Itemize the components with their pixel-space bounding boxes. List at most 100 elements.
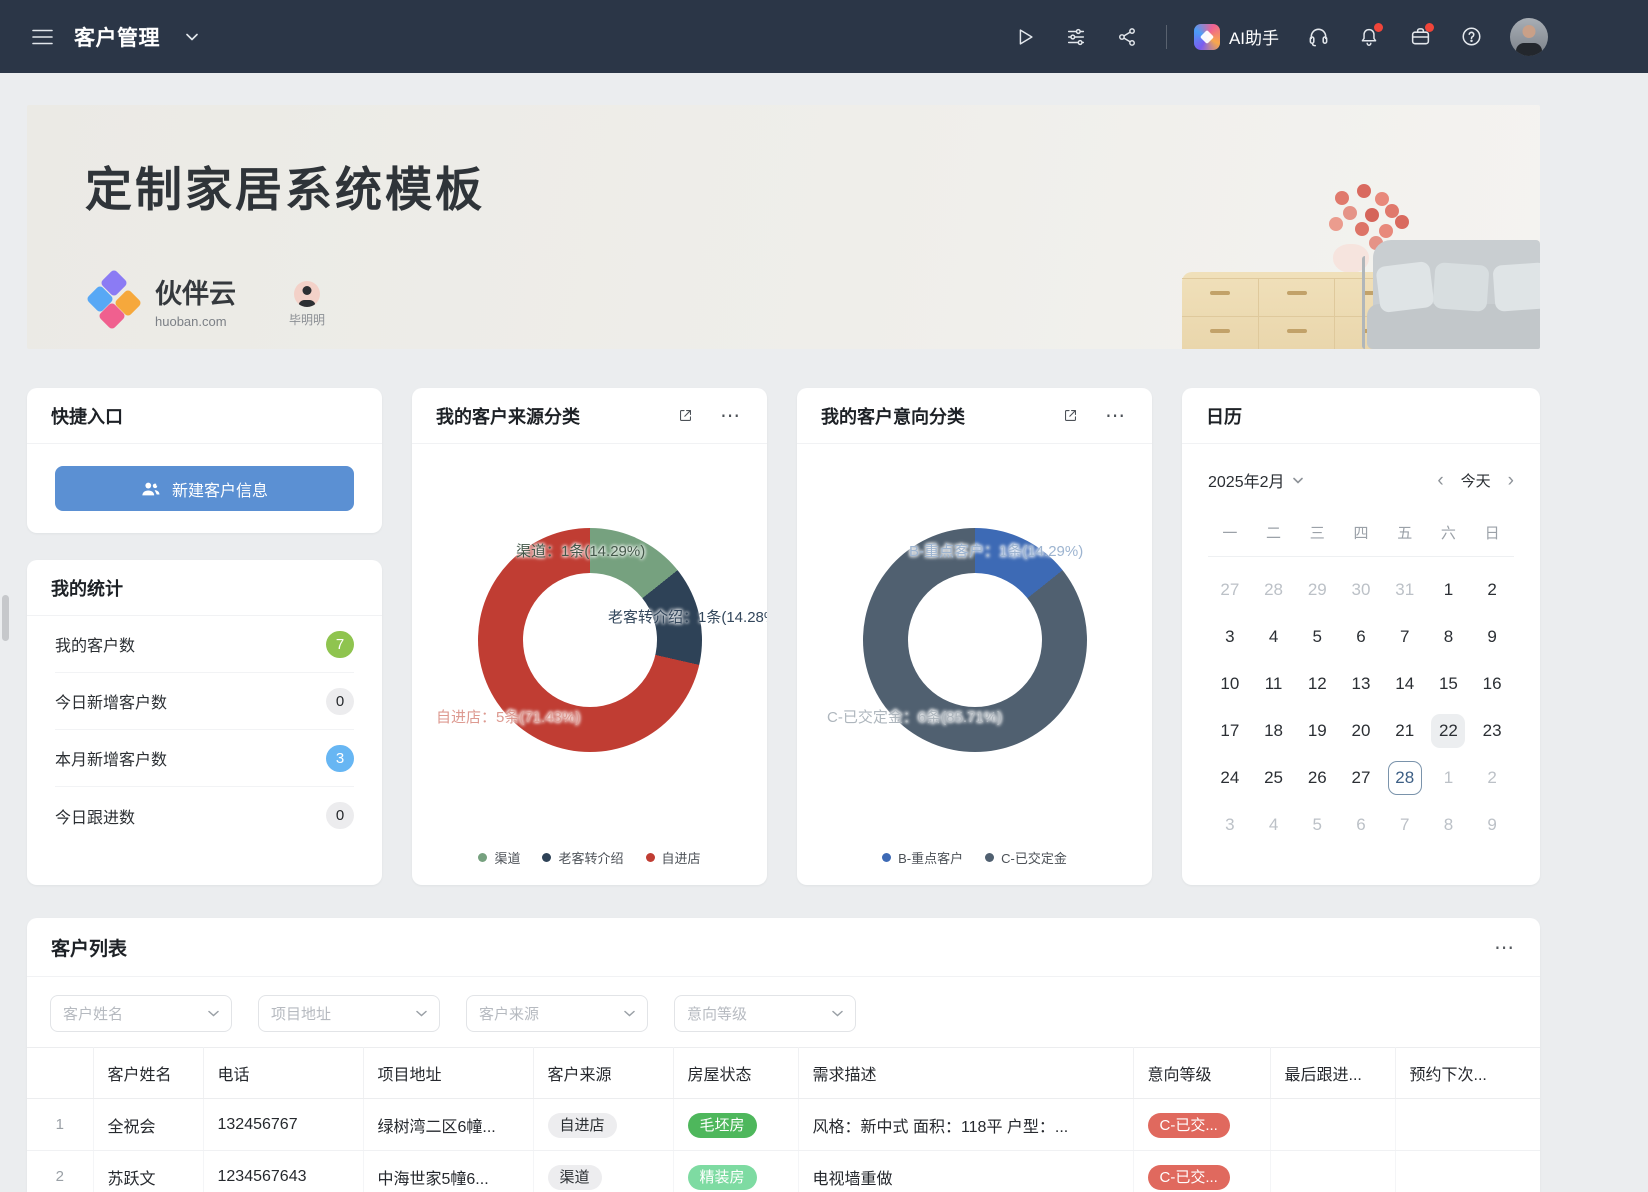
column-header[interactable]: 房屋状态: [673, 1048, 798, 1099]
scrollbar-thumb[interactable]: [2, 595, 9, 641]
column-header[interactable]: 需求描述: [798, 1048, 1133, 1099]
calendar-day[interactable]: 28: [1257, 573, 1291, 607]
calendar-day[interactable]: 4: [1257, 808, 1291, 842]
calendar-day[interactable]: 5: [1300, 808, 1334, 842]
calendar-day[interactable]: 1: [1431, 573, 1465, 607]
navbar-divider: [1166, 25, 1167, 49]
calendar-day[interactable]: 27: [1213, 573, 1247, 607]
calendar-day[interactable]: 7: [1388, 808, 1422, 842]
calendar-day[interactable]: 13: [1344, 667, 1378, 701]
calendar-day[interactable]: 21: [1388, 714, 1422, 748]
calendar-day[interactable]: 27: [1344, 761, 1378, 795]
calendar-day[interactable]: 12: [1300, 667, 1334, 701]
table-cell: 精装房: [673, 1151, 798, 1192]
table-cell: [1395, 1151, 1540, 1192]
chevron-down-icon[interactable]: [180, 25, 204, 49]
today-button[interactable]: 今天: [1461, 470, 1491, 491]
calendar-day[interactable]: 26: [1300, 761, 1334, 795]
calendar-day[interactable]: 7: [1388, 620, 1422, 654]
briefcase-icon[interactable]: [1408, 25, 1432, 49]
calendar-day[interactable]: 1: [1431, 761, 1465, 795]
share-icon[interactable]: [1115, 25, 1139, 49]
menu-icon[interactable]: [30, 25, 54, 49]
legend-item[interactable]: 渠道: [478, 848, 520, 867]
calendar-day[interactable]: 29: [1300, 573, 1334, 607]
stat-row[interactable]: 本月新增客户数3: [55, 730, 354, 787]
quick-entry-card: 快捷入口 新建客户信息: [27, 388, 382, 533]
calendar-card: 日历 2025年2月 ‹ 今天 › 一二三四五六日 27282930311234…: [1182, 388, 1540, 885]
bell-icon[interactable]: [1357, 25, 1381, 49]
calendar-day[interactable]: 24: [1213, 761, 1247, 795]
column-header[interactable]: 意向等级: [1133, 1048, 1270, 1099]
column-header[interactable]: [27, 1048, 93, 1099]
filter-customer-name[interactable]: 客户姓名: [50, 995, 232, 1032]
calendar-day[interactable]: 10: [1213, 667, 1247, 701]
calendar-day[interactable]: 4: [1257, 620, 1291, 654]
calendar-day[interactable]: 8: [1431, 808, 1465, 842]
stat-row[interactable]: 今日跟进数0: [55, 787, 354, 844]
headset-icon[interactable]: [1306, 25, 1330, 49]
column-header[interactable]: 项目地址: [363, 1048, 533, 1099]
month-selector[interactable]: 2025年2月: [1208, 468, 1303, 492]
calendar-day[interactable]: 18: [1257, 714, 1291, 748]
open-external-icon[interactable]: [677, 407, 694, 424]
calendar-day[interactable]: 17: [1213, 714, 1247, 748]
more-icon[interactable]: ⋯: [720, 411, 741, 421]
calendar-day[interactable]: 19: [1300, 714, 1334, 748]
calendar-day[interactable]: 22: [1431, 714, 1465, 748]
source-badge: 自进店: [548, 1113, 617, 1138]
legend-item[interactable]: C-已交定金: [985, 848, 1067, 867]
template-owner: 毕明明: [289, 281, 325, 328]
more-icon[interactable]: ⋯: [1105, 411, 1126, 421]
calendar-day[interactable]: 15: [1431, 667, 1465, 701]
legend-item[interactable]: 老客转介绍: [542, 848, 623, 867]
calendar-day[interactable]: 3: [1213, 620, 1247, 654]
stat-row[interactable]: 今日新增客户数0: [55, 673, 354, 730]
filter-project-address[interactable]: 项目地址: [258, 995, 440, 1032]
calendar-day[interactable]: 31: [1388, 573, 1422, 607]
calendar-day[interactable]: 20: [1344, 714, 1378, 748]
column-header[interactable]: 客户来源: [533, 1048, 673, 1099]
column-header[interactable]: 客户姓名: [93, 1048, 203, 1099]
calendar-day[interactable]: 28: [1388, 761, 1422, 795]
calendar-day[interactable]: 3: [1213, 808, 1247, 842]
column-header[interactable]: 预约下次...: [1395, 1048, 1540, 1099]
calendar-day[interactable]: 14: [1388, 667, 1422, 701]
filter-intent-level[interactable]: 意向等级: [674, 995, 856, 1032]
table-row[interactable]: 1全祝会132456767绿树湾二区6幢...自进店毛坯房风格：新中式 面积：1…: [27, 1099, 1540, 1151]
calendar-day[interactable]: 11: [1257, 667, 1291, 701]
user-avatar[interactable]: [1510, 18, 1548, 56]
legend-item[interactable]: B-重点客户: [882, 848, 963, 867]
calendar-day[interactable]: 5: [1300, 620, 1334, 654]
new-customer-button[interactable]: 新建客户信息: [55, 466, 354, 511]
calendar-day[interactable]: 25: [1257, 761, 1291, 795]
stat-row[interactable]: 我的客户数7: [55, 616, 354, 673]
legend-item[interactable]: 自进店: [646, 848, 701, 867]
next-month-button[interactable]: ›: [1508, 471, 1514, 490]
calendar-day[interactable]: 9: [1475, 620, 1509, 654]
help-icon[interactable]: [1459, 25, 1483, 49]
ai-assistant-button[interactable]: AI助手: [1194, 24, 1279, 50]
calendar-day[interactable]: 2: [1475, 573, 1509, 607]
calendar-day[interactable]: 16: [1475, 667, 1509, 701]
more-icon[interactable]: ⋯: [1494, 935, 1516, 960]
calendar-day[interactable]: 8: [1431, 620, 1465, 654]
prev-month-button[interactable]: ‹: [1437, 471, 1443, 490]
column-header[interactable]: 电话: [203, 1048, 363, 1099]
calendar-day[interactable]: 2: [1475, 761, 1509, 795]
briefcase-badge: [1425, 23, 1434, 32]
play-icon[interactable]: [1013, 25, 1037, 49]
table-row[interactable]: 2苏跃文1234567643中海世家5幢6...渠道精装房电视墙重做C-已交..…: [27, 1151, 1540, 1192]
calendar-day[interactable]: 6: [1344, 808, 1378, 842]
donut-chart: B-重点客户：1条(14.29%) C-已交定金：6条(85.71%): [797, 444, 1152, 848]
calendar-day[interactable]: 6: [1344, 620, 1378, 654]
sliders-icon[interactable]: [1064, 25, 1088, 49]
open-external-icon[interactable]: [1062, 407, 1079, 424]
table-cell: 132456767: [203, 1099, 363, 1151]
calendar-day[interactable]: 9: [1475, 808, 1509, 842]
calendar-day[interactable]: 30: [1344, 573, 1378, 607]
filter-customer-source[interactable]: 客户来源: [466, 995, 648, 1032]
column-header[interactable]: 最后跟进...: [1270, 1048, 1395, 1099]
table-cell: 苏跃文: [93, 1151, 203, 1192]
calendar-day[interactable]: 23: [1475, 714, 1509, 748]
